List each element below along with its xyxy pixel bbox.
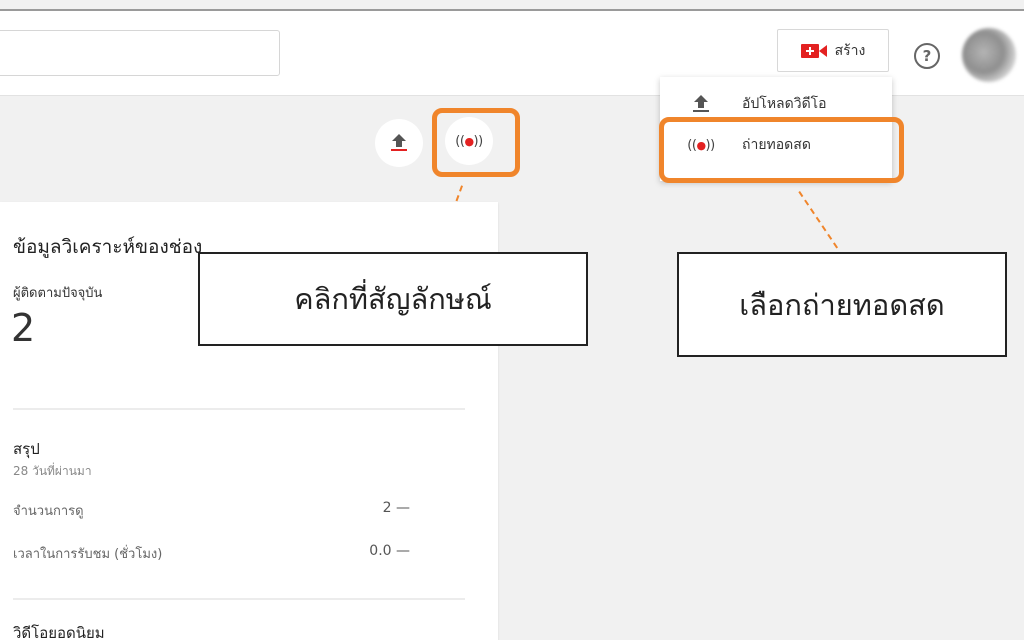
create-button-label: สร้าง [834,42,866,59]
upload-button[interactable] [375,119,423,167]
upload-icon [692,95,710,113]
avatar[interactable] [962,28,1016,82]
subscribers-count: 2 [11,306,36,350]
divider [13,598,465,600]
watch-time-value: 0.0 — [369,543,410,559]
popular-videos-title: วิดีโอยอดนิยม [13,624,105,640]
divider [13,408,465,410]
callout-choose-live: เลือกถ่ายทอดสด [677,252,1007,357]
callout-click-icon: คลิกที่สัญลักษณ์ [198,252,588,346]
create-button[interactable]: สร้าง [777,29,889,72]
watch-time-label: เวลาในการรับชม (ชั่วโมง) [13,547,163,562]
summary-period: 28 วันที่ผ่านมา [13,464,92,478]
subscribers-label: ผู้ติดตามปัจจุบัน [13,286,103,301]
upload-icon [390,134,408,152]
analytics-title: ข้อมูลวิเคราะห์ของช่อง [13,236,203,258]
video-camera-icon [800,43,827,58]
search-input[interactable] [0,30,280,76]
highlight-live-menu-item [659,117,904,183]
views-value: 2 — [382,500,410,516]
views-label: จำนวนการดู [13,504,84,519]
help-icon[interactable]: ? [914,43,940,69]
callout-pointer-line [798,191,839,249]
summary-title: สรุป [13,440,40,458]
highlight-live-icon [432,108,520,177]
menu-item-label: อัปโหลดวิดีโอ [742,96,827,112]
